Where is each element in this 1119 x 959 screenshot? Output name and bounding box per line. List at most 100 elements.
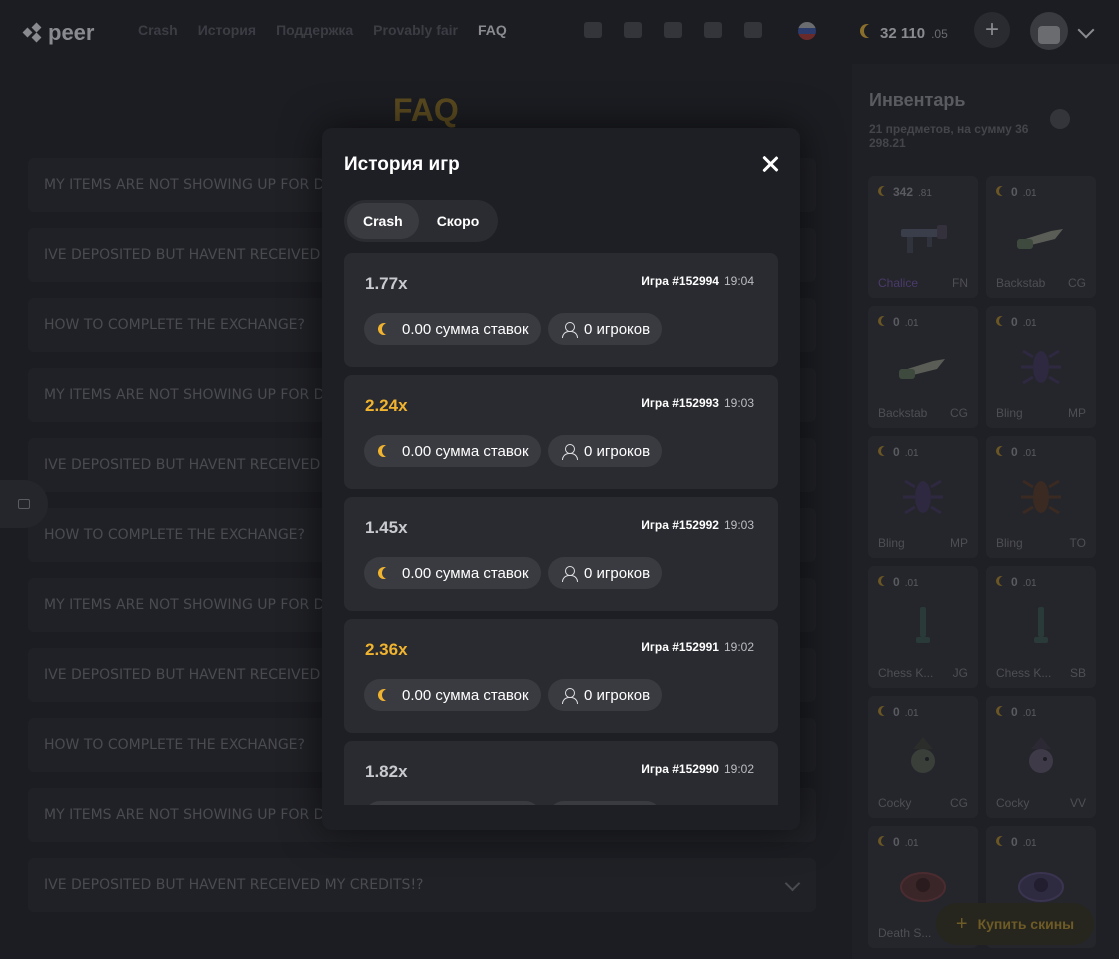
inventory-item[interactable]: 0.01 Chess K... JG <box>868 566 978 688</box>
item-image <box>893 211 953 261</box>
game-time: 19:03 <box>723 396 754 410</box>
avatar[interactable] <box>1030 12 1068 50</box>
chat-button[interactable] <box>0 480 48 528</box>
item-price: 0.01 <box>878 445 919 459</box>
item-condition: MP <box>1068 406 1086 420</box>
coin-moon-icon <box>881 446 891 456</box>
bell-icon[interactable] <box>584 22 602 38</box>
game-number: Игра #152994 <box>641 274 719 288</box>
game-number: Игра #152990 <box>641 762 719 776</box>
coin-moon-icon <box>999 706 1009 716</box>
item-price-value: 0 <box>893 315 900 329</box>
inventory-item[interactable]: 0 .01 Bling TO <box>986 436 1096 558</box>
discord-icon[interactable] <box>704 22 722 38</box>
item-price-cents: .81 <box>918 188 932 199</box>
deposit-plus-button[interactable]: + <box>974 12 1010 48</box>
item-name: Bling <box>996 536 1023 550</box>
chevron-down-icon[interactable] <box>1077 21 1095 39</box>
chevron-down-icon <box>784 875 801 892</box>
game-id: Игра #152990 19:02 <box>641 762 754 776</box>
item-price: 0.01 <box>878 315 919 329</box>
logo[interactable]: peer <box>22 20 94 46</box>
item-image <box>893 861 953 911</box>
vk-icon[interactable] <box>624 22 642 38</box>
game-time: 19:04 <box>723 274 754 288</box>
coin-moon-icon <box>881 186 891 196</box>
nav-crash[interactable]: Crash <box>138 22 178 38</box>
twitter-icon[interactable] <box>664 22 682 38</box>
inventory-item[interactable]: 0.01 Backstab CG <box>868 306 978 428</box>
nav-support[interactable]: Поддержка <box>276 22 353 38</box>
item-price-value: 0 <box>893 705 900 719</box>
game-multiplier: 1.82x <box>365 762 408 781</box>
inventory-item[interactable]: 342.81 Chalice FN <box>868 176 978 298</box>
item-name: Cocky <box>996 796 1030 810</box>
item-price-cents: .01 <box>1022 448 1037 459</box>
coin-moon-icon <box>864 24 878 38</box>
item-price-cents: .01 <box>1022 318 1037 329</box>
item-price-value: 342 <box>893 185 914 199</box>
inventory-item[interactable]: 0.01 Bling MP <box>986 306 1096 428</box>
faq-question: IVE DEPOSITED BUT HAVENT RECEIVED MY CRE… <box>44 877 424 893</box>
inventory-item[interactable]: 0.01 Cocky VV <box>986 696 1096 818</box>
item-price-value: 0 <box>1011 705 1018 719</box>
coin-moon-icon <box>382 323 394 335</box>
game-number: Игра #152991 <box>641 640 719 654</box>
item-image <box>893 731 953 781</box>
game-card[interactable]: 1.77x Игра #152994 19:04 0.00 сумма ставок 0… <box>344 253 778 367</box>
inventory-toggle[interactable] <box>1050 109 1070 129</box>
game-time: 19:02 <box>723 762 754 776</box>
game-card[interactable]: 1.45x Игра #152992 19:03 0.00 сумма ставок 0… <box>344 497 778 611</box>
tab-soon[interactable]: Скоро <box>421 203 496 239</box>
top-header: peer Crash История Поддержка Provably fa… <box>0 0 1119 64</box>
item-name: Cocky <box>878 796 912 810</box>
balance-value: 32 110 <box>880 25 926 42</box>
telegram-icon[interactable] <box>744 22 762 38</box>
chat-icon <box>18 499 30 509</box>
game-multiplier: 2.24x <box>365 396 408 415</box>
item-condition: SB <box>1069 666 1086 680</box>
nav-provably-fair[interactable]: Provably fair <box>373 22 458 38</box>
nav-faq[interactable]: FAQ <box>478 22 507 38</box>
players-count-badge: 0 игроков <box>548 679 663 711</box>
coin-moon-icon <box>881 836 891 846</box>
close-icon[interactable] <box>758 152 782 176</box>
coin-moon-icon <box>999 186 1009 196</box>
inventory-item[interactable]: 0.01 Cocky CG <box>868 696 978 818</box>
coin-moon-icon <box>999 576 1009 586</box>
item-price-value: 0 <box>1011 445 1018 459</box>
item-price-cents: .01 <box>904 838 919 849</box>
item-name: Bling <box>996 406 1023 420</box>
coin-moon-icon <box>999 446 1009 456</box>
item-price-cents: .01 <box>1022 708 1037 719</box>
tab-crash[interactable]: Crash <box>347 203 419 239</box>
game-tabs: Crash Скоро <box>344 200 499 242</box>
item-price-cents: .01 <box>1022 578 1037 589</box>
buy-skins-button[interactable]: + Купить скины <box>936 903 1094 945</box>
game-card[interactable]: 1.82x Игра #152990 19:02 0.00 сумма ставок 0… <box>344 741 778 805</box>
coin-moon-icon <box>999 836 1009 846</box>
faq-question: MY ITEMS ARE NOT SHOWING UP FOR DEP <box>44 597 342 613</box>
item-condition: CG <box>950 796 968 810</box>
inventory-item[interactable]: 0.01 Chess K... SB <box>986 566 1096 688</box>
russian-flag-icon[interactable] <box>798 22 816 40</box>
inventory-item[interactable]: 0.01 Backstab CG <box>986 176 1096 298</box>
item-name: Chalice <box>878 276 919 290</box>
coin-moon-icon <box>881 706 891 716</box>
faq-question: IVE DEPOSITED BUT HAVENT RECEIVED MY <box>44 247 346 263</box>
item-condition: CG <box>950 406 968 420</box>
item-price-value: 0 <box>893 575 900 589</box>
user-icon <box>562 444 578 460</box>
inventory-item[interactable]: 0.01 Bling MP <box>868 436 978 558</box>
item-price-value: 0 <box>893 445 900 459</box>
game-card[interactable]: 2.24x Игра #152993 19:03 0.00 сумма ставок 0… <box>344 375 778 489</box>
item-condition: TO <box>1069 536 1086 550</box>
nav-history[interactable]: История <box>198 22 256 38</box>
bets-total-label: 0.00 сумма ставок <box>402 564 529 582</box>
item-name: Chess K... <box>878 666 934 680</box>
item-price: 0.01 <box>996 315 1037 329</box>
faq-item[interactable]: IVE DEPOSITED BUT HAVENT RECEIVED MY CRE… <box>28 858 816 912</box>
user-icon <box>562 566 578 582</box>
game-card[interactable]: 2.36x Игра #152991 19:02 0.00 сумма ставок 0… <box>344 619 778 733</box>
games-list[interactable]: 1.77x Игра #152994 19:04 0.00 сумма ставок 0… <box>344 253 778 805</box>
